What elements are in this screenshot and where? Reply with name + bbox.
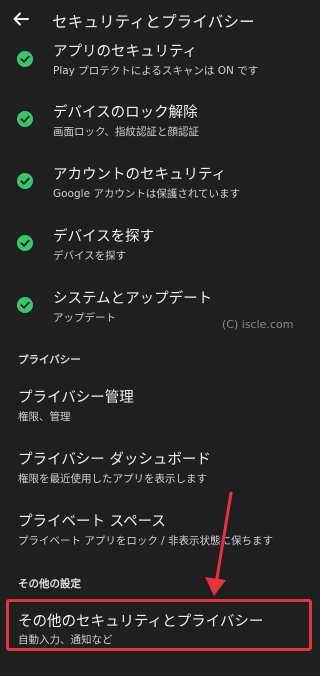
annotation-arrow-icon bbox=[205, 491, 233, 596]
